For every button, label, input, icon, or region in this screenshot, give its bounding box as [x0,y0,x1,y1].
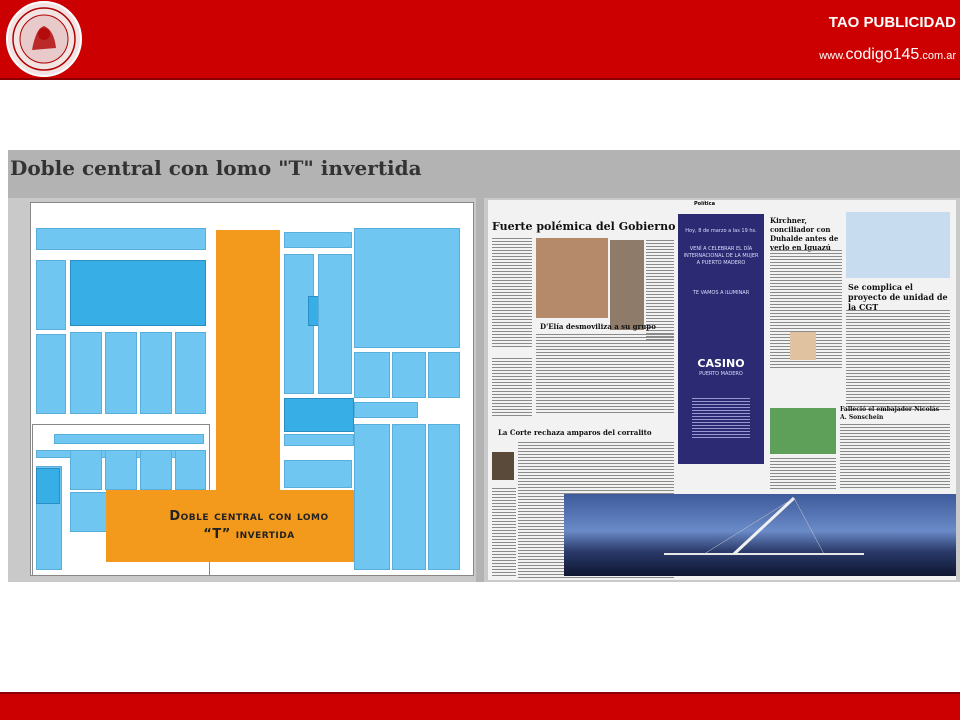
diagram-block [284,460,352,488]
bridge-photo [564,494,956,576]
ad-line2: VENÍ A CELEBRAR EL DÍA INTERNACIONAL DE … [683,246,759,266]
diagram-block [392,352,426,398]
diagram-block [140,450,172,490]
diagram-block [175,332,206,414]
diagram-block [318,254,352,394]
diagram-label-line1: Doble central con lomo [169,509,329,524]
diagram-label: Doble central con lomo “T” invertida [134,508,364,544]
university-seal-icon [6,1,82,77]
url-suffix: .com.ar [919,50,956,62]
diagram-block [354,352,390,398]
slide-title: Doble central con lomo "T" invertida [10,156,422,180]
header-bar: TAO PUBLICIDAD www.codigo145.com.ar [0,0,960,80]
text-column [492,238,532,348]
ad-brand: CASINO [697,357,745,370]
diagram-block [354,402,418,418]
politician-photo [536,238,608,318]
section-label: Política [694,201,715,207]
text-column [536,334,674,414]
diagram-block [140,332,172,414]
diagram-block [428,352,460,398]
portrait-photo [492,452,514,480]
newspaper-example: Política Fuerte polémica del Gobierno D'… [484,198,960,582]
diagram-block [105,450,137,490]
ad-text [692,398,750,438]
crowd-photo [770,408,836,454]
text-column [492,488,516,578]
diagram-block [36,260,66,330]
text-column [770,458,836,490]
diagram-block [36,228,206,250]
spine-vertical [216,230,280,490]
ad-line1: Hoy, 8 de marzo a las 19 hs. [685,228,757,234]
headline-corte: La Corte rechaza amparos del corralito [498,428,652,437]
headline-cgt: Se complica el proyecto de unidad de la … [848,282,948,312]
diagram-block [70,260,206,326]
diagram-block [392,424,426,570]
diagram-block [36,334,66,414]
headline-kirchner: Kirchner, conciliador con Duhalde antes … [770,216,839,252]
diagram-block [428,424,460,570]
diagram-block [284,232,352,248]
diagram-label-line2: “T” invertida [203,527,295,542]
diagram-block [54,434,204,444]
text-column [846,310,950,410]
ad-line3: TE VAMOS A ILUMINAR [692,290,750,296]
diagram-block [354,424,390,570]
layout-diagram: Doble central con lomo “T” invertida [8,198,476,582]
diagram-block [284,434,354,446]
headline-sub: D'Elía desmoviliza a su grupo [540,322,656,331]
diagram-block [70,450,102,490]
text-column [492,358,532,418]
website-url[interactable]: www.codigo145.com.ar [819,46,956,64]
headline-fallecio: Falleció el embajador Nicolás A. Sonsche… [840,406,940,421]
footer-bar [0,692,960,720]
portrait-photo [790,332,816,360]
diagram-block [354,228,460,348]
diagram-block [36,468,60,504]
text-column [840,424,950,490]
url-main: codigo145 [845,46,920,63]
headline-main: Fuerte polémica del Gobierno [492,220,676,233]
diagram-block [105,332,137,414]
bridge-icon [664,496,864,556]
inset-photos [610,240,644,330]
url-prefix: www. [819,50,846,62]
ad-brand-sub: PUERTO MADERO [699,371,743,377]
slide-panel: Doble central con lomo "T" invertida Dob… [8,150,960,582]
diagram-block [70,332,102,414]
diagram-block [175,450,206,490]
diagram-block [284,398,354,432]
brand-name: TAO PUBLICIDAD [828,14,956,31]
cartoon-illustration [846,212,950,278]
